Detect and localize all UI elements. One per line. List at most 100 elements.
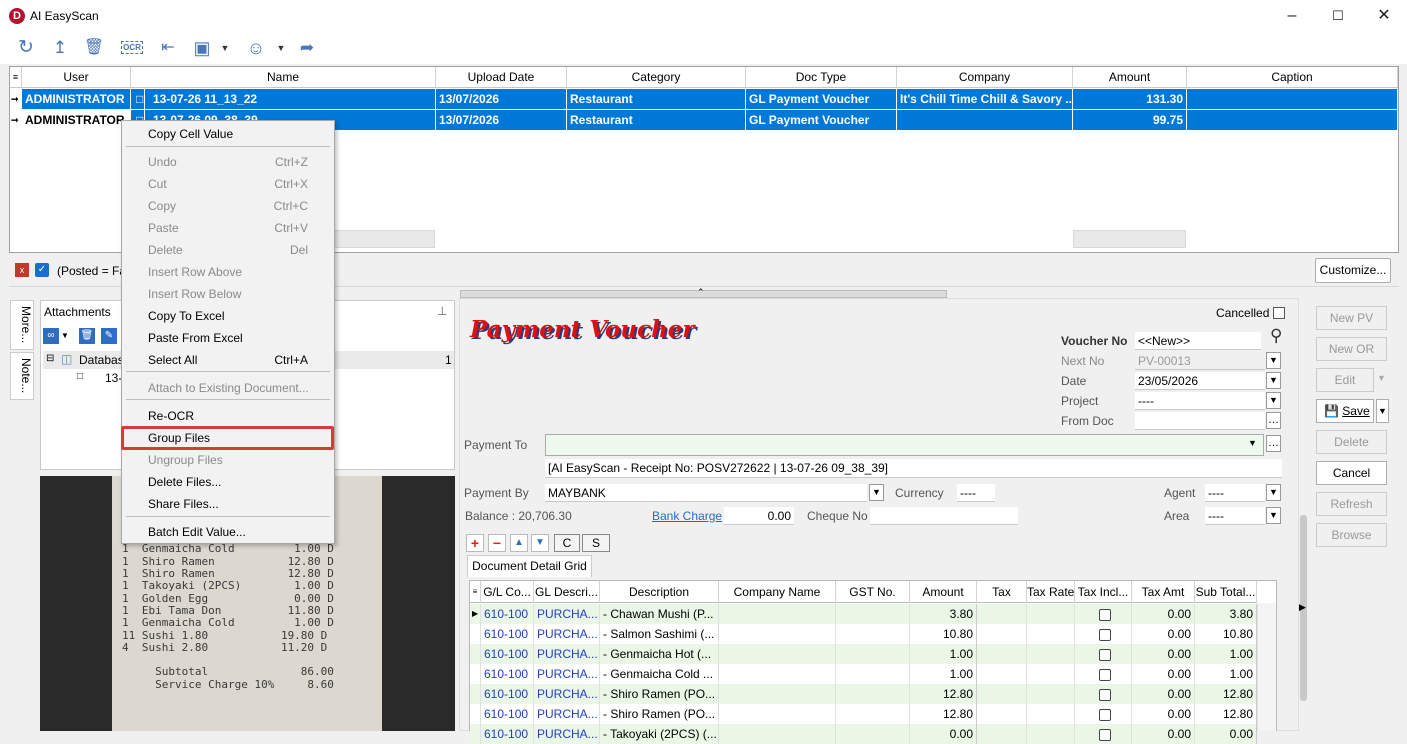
cell-tax-inclusive[interactable] — [1075, 664, 1132, 684]
chevron-down-icon[interactable]: ▼ — [869, 484, 884, 501]
table-row[interactable]: ➞ ADMINISTRATOR □ 13-07-26 11_13_22 13/0… — [10, 89, 1398, 109]
tax-inclusive-checkbox[interactable] — [1098, 668, 1111, 681]
edit-icon[interactable]: ✎ — [101, 328, 117, 344]
cell-tax[interactable] — [977, 624, 1027, 644]
cell-tax[interactable] — [977, 644, 1027, 664]
browse-button[interactable]: Browse — [1316, 523, 1387, 547]
cell-doc-type[interactable]: GL Payment Voucher — [746, 110, 897, 130]
save-button[interactable]: 💾 Save — [1316, 399, 1374, 423]
s-button[interactable]: S — [582, 534, 610, 552]
cell-tax[interactable] — [977, 604, 1027, 624]
cell-company[interactable]: It's Chill Time Chill & Savory ... — [897, 89, 1073, 109]
cell-gl-code[interactable]: 610-100 — [481, 684, 534, 704]
tax-inclusive-checkbox[interactable] — [1098, 688, 1111, 701]
cell-description[interactable]: - Salmon Sashimi (... — [600, 624, 719, 644]
cell-gl-code[interactable]: 610-100 — [481, 704, 534, 724]
pin-icon[interactable]: ⊥ — [437, 304, 447, 318]
column-gst-no[interactable]: GST No. — [836, 581, 910, 603]
clear-filter-icon[interactable]: x — [15, 263, 29, 277]
cell-tax-amt[interactable]: 0.00 — [1132, 664, 1195, 684]
chevron-down-icon[interactable]: ▼ — [1377, 373, 1386, 383]
cell-tax-rate[interactable] — [1027, 644, 1075, 664]
cell-company[interactable] — [897, 110, 1073, 130]
table-row[interactable]: 610-100 PURCHA... - Shiro Ramen (PO... 12.8… — [470, 704, 1257, 724]
chevron-down-icon[interactable]: ▼ — [1266, 352, 1281, 369]
cell-description[interactable]: - Shiro Ramen (PO... — [600, 684, 719, 704]
close-icon[interactable]: ✕ — [1361, 0, 1407, 32]
cell-tax-rate[interactable] — [1027, 724, 1075, 744]
column-gl-code[interactable]: G/L Co... — [481, 581, 534, 603]
cell-amount[interactable]: 0.00 — [910, 724, 977, 744]
chevron-down-icon[interactable]: ▼ — [1266, 484, 1281, 501]
cell-company-name[interactable] — [719, 704, 836, 724]
column-doc-type[interactable]: Doc Type — [746, 67, 897, 88]
column-upload-date[interactable]: Upload Date — [436, 67, 567, 88]
cell-tax-inclusive[interactable] — [1075, 644, 1132, 664]
column-gl-description[interactable]: GL Descri... — [534, 581, 600, 603]
column-company-name[interactable]: Company Name — [719, 581, 836, 603]
cell-tax[interactable] — [977, 724, 1027, 744]
delete-button[interactable]: Delete — [1316, 430, 1387, 454]
column-name[interactable]: Name — [131, 67, 436, 88]
bank-charge-field[interactable]: 0.00 — [724, 507, 794, 525]
area-field[interactable]: ---- — [1205, 507, 1265, 525]
table-row[interactable]: 610-100 PURCHA... - Shiro Ramen (PO... 12.8… — [470, 684, 1257, 704]
cell-gl-description[interactable]: PURCHA... — [534, 664, 600, 684]
cell-gst-no[interactable] — [836, 644, 910, 664]
cell-company-name[interactable] — [719, 664, 836, 684]
cell-gl-code[interactable]: 610-100 — [481, 604, 534, 624]
cell-tax-rate[interactable] — [1027, 704, 1075, 724]
cell-user[interactable]: ADMINISTRATOR — [22, 89, 131, 109]
cell-sub-total[interactable]: 1.00 — [1195, 644, 1257, 664]
grid-menu-icon[interactable]: ≡ — [470, 581, 481, 603]
cell-gl-code[interactable]: 610-100 — [481, 644, 534, 664]
share-icon[interactable]: ➦ — [294, 36, 320, 60]
column-user[interactable]: User — [22, 67, 131, 88]
cell-amount[interactable]: 131.30 — [1073, 89, 1187, 109]
cell-tax-amt[interactable]: 0.00 — [1132, 704, 1195, 724]
maximize-icon[interactable]: ☐ — [1315, 0, 1361, 32]
payment-by-field[interactable]: MAYBANK — [545, 484, 867, 502]
delete-icon[interactable]: 🗑 — [81, 36, 107, 60]
chevron-down-icon[interactable]: ▼ — [1266, 507, 1281, 524]
cell-tax-rate[interactable] — [1027, 624, 1075, 644]
cell-tax-amt[interactable]: 0.00 — [1132, 644, 1195, 664]
cell-gl-description[interactable]: PURCHA... — [534, 724, 600, 744]
remove-row-icon[interactable]: − — [488, 534, 506, 552]
table-row[interactable]: ▶ 610-100 PURCHA... - Chawan Mushi (P... 3.8… — [470, 604, 1257, 624]
column-tax-inclusive[interactable]: Tax Incl... — [1075, 581, 1132, 603]
upload-icon[interactable]: ↥ — [47, 36, 73, 60]
from-doc-field[interactable] — [1135, 412, 1265, 430]
table-row[interactable]: 610-100 PURCHA... - Genmaicha Cold ... 1.00… — [470, 664, 1257, 684]
bank-charge-link[interactable]: Bank Charge — [652, 509, 722, 523]
cell-description[interactable]: - Genmaicha Cold ... — [600, 664, 719, 684]
voucher-no-field[interactable]: <<New>> — [1135, 332, 1261, 350]
ellipsis-icon[interactable]: … — [1266, 435, 1281, 452]
layout-icon[interactable]: ⇤ — [155, 36, 181, 60]
menu-item-paste-from-excel[interactable]: Paste From Excel — [122, 327, 334, 349]
cell-tax-rate[interactable] — [1027, 604, 1075, 624]
column-category[interactable]: Category — [567, 67, 746, 88]
cell-description[interactable]: - Takoyaki (2PCS) (... — [600, 724, 719, 744]
cell-amount[interactable]: 10.80 — [910, 624, 977, 644]
column-company[interactable]: Company — [897, 67, 1073, 88]
cell-company-name[interactable] — [719, 684, 836, 704]
cell-gl-code[interactable]: 610-100 — [481, 664, 534, 684]
column-description[interactable]: Description — [600, 581, 719, 603]
cell-gl-code[interactable]: 610-100 — [481, 624, 534, 644]
menu-item-batch-edit-value[interactable]: Batch Edit Value... — [122, 521, 334, 543]
cell-tax-inclusive[interactable] — [1075, 684, 1132, 704]
cell-gst-no[interactable] — [836, 704, 910, 724]
cell-doc-type[interactable]: GL Payment Voucher — [746, 89, 897, 109]
agent-field[interactable]: ---- — [1205, 484, 1265, 502]
tab-document-detail-grid[interactable]: Document Detail Grid — [467, 555, 592, 577]
cheque-no-field[interactable] — [870, 507, 1018, 525]
cell-amount[interactable]: 3.80 — [910, 604, 977, 624]
new-pv-button[interactable]: New PV — [1316, 306, 1387, 330]
cell-tax-amt[interactable]: 0.00 — [1132, 604, 1195, 624]
cell-company-name[interactable] — [719, 624, 836, 644]
window-icon[interactable]: ▣ — [189, 36, 215, 60]
cancel-button[interactable]: Cancel — [1316, 461, 1387, 485]
cell-sub-total[interactable]: 12.80 — [1195, 704, 1257, 724]
cell-gl-description[interactable]: PURCHA... — [534, 604, 600, 624]
